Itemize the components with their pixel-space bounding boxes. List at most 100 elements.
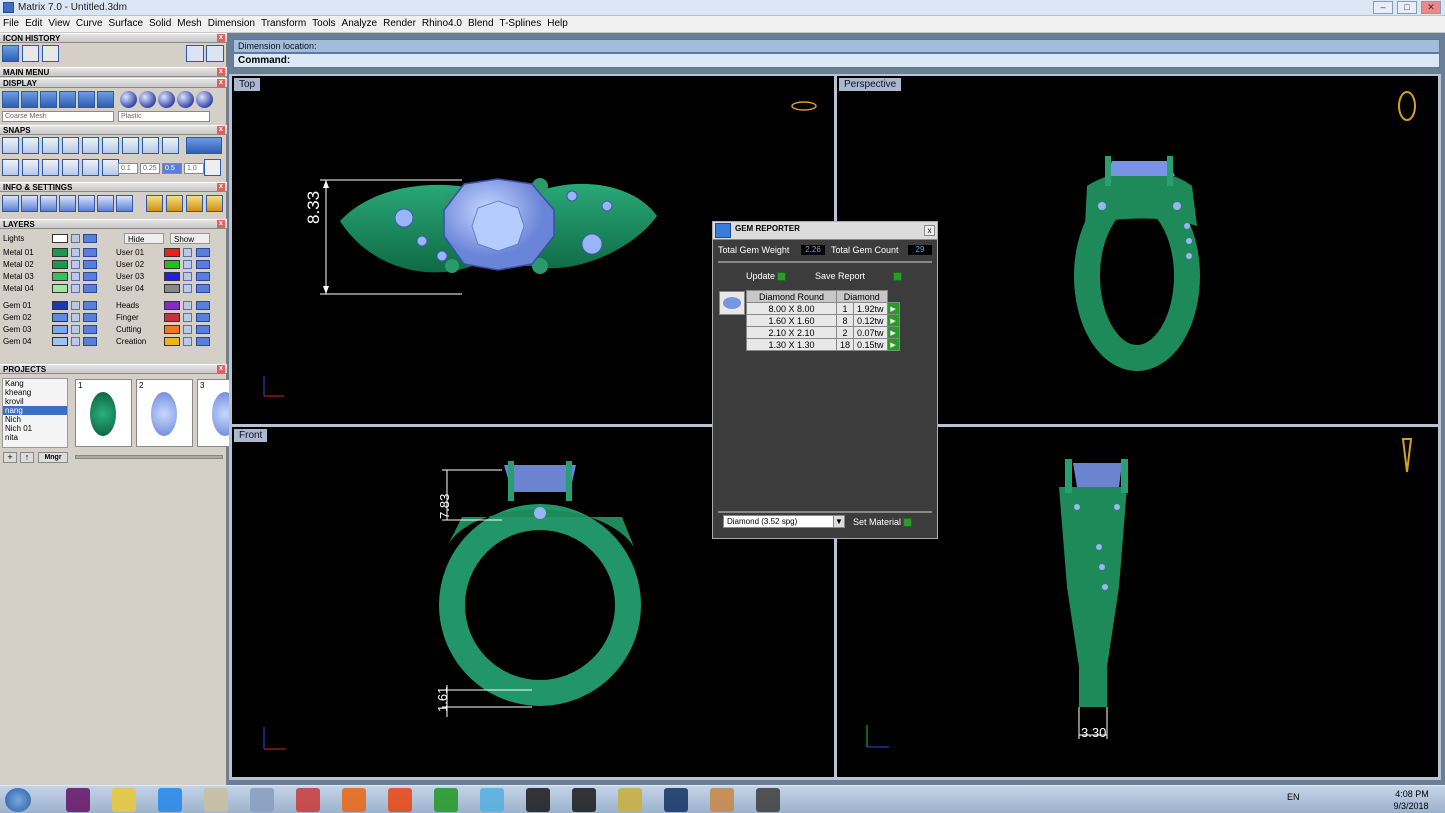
taskbar-app-icon[interactable] — [388, 788, 412, 812]
layer-color-swatch[interactable] — [164, 301, 180, 310]
taskbar-app-icon[interactable] — [112, 788, 136, 812]
menu-item[interactable]: Dimension — [205, 16, 258, 29]
snap-mode-icon[interactable] — [102, 159, 119, 176]
menu-item[interactable]: Tools — [309, 16, 338, 29]
menu-item[interactable]: Blend — [465, 16, 497, 29]
forward-arrow-icon[interactable] — [206, 45, 224, 62]
menu-item[interactable]: Help — [544, 16, 571, 29]
layer-visibility[interactable] — [83, 260, 97, 269]
layer-color-swatch[interactable] — [52, 284, 68, 293]
taskbar-app-icon[interactable] — [618, 788, 642, 812]
command-input[interactable]: Command: — [233, 53, 1440, 68]
lock-icon[interactable] — [183, 248, 192, 257]
snap-icon[interactable] — [102, 137, 119, 154]
minimize-button[interactable]: – — [1373, 1, 1393, 14]
info-icon[interactable] — [166, 195, 183, 212]
project-list-item[interactable]: kheang — [3, 388, 67, 397]
snap-mode-icon[interactable] — [2, 159, 19, 176]
lock-icon[interactable] — [71, 325, 80, 334]
menu-item[interactable]: Curve — [73, 16, 106, 29]
shading-sphere-icon[interactable] — [158, 91, 175, 108]
grid-icon[interactable] — [204, 159, 221, 176]
taskbar-app-icon[interactable] — [434, 788, 458, 812]
snap-mode-icon[interactable] — [42, 159, 59, 176]
clock-date[interactable]: 9/3/2018 — [1390, 801, 1432, 811]
project-list-item[interactable]: Kang — [3, 379, 67, 388]
layer-color-swatch[interactable] — [52, 248, 68, 257]
display-mode-icon[interactable] — [40, 91, 57, 108]
lock-icon[interactable] — [71, 301, 80, 310]
layer-visibility[interactable] — [83, 248, 97, 257]
shading-sphere-icon[interactable] — [120, 91, 137, 108]
add-project-button[interactable]: + — [3, 452, 17, 463]
menu-item[interactable]: T-Splines — [497, 16, 545, 29]
menu-item[interactable]: File — [0, 16, 22, 29]
clock-time[interactable]: 4:08 PM — [1392, 789, 1432, 799]
shading-sphere-icon[interactable] — [139, 91, 156, 108]
layer-visibility[interactable] — [83, 301, 97, 310]
shading-sphere-icon[interactable] — [177, 91, 194, 108]
save-report-button[interactable]: Save Report — [815, 271, 903, 282]
layer-visibility[interactable] — [196, 272, 210, 281]
project-list-item[interactable]: Nich — [3, 415, 67, 424]
layer-color-swatch[interactable] — [164, 313, 180, 322]
snap-value-2[interactable]: 0.5 — [162, 163, 182, 174]
layer-visibility[interactable] — [196, 337, 210, 346]
lock-icon[interactable] — [183, 260, 192, 269]
snap-icon[interactable] — [162, 137, 179, 154]
snap-icon[interactable] — [22, 137, 39, 154]
layer-color-swatch[interactable] — [52, 325, 68, 334]
lights-visibility[interactable] — [83, 234, 97, 243]
lock-icon[interactable] — [183, 301, 192, 310]
material-select[interactable]: Diamond (3.52 spg) ▼ — [723, 515, 845, 528]
layer-color-swatch[interactable] — [52, 301, 68, 310]
menu-item[interactable]: Solid — [146, 16, 174, 29]
history-icon-3[interactable] — [42, 45, 59, 62]
layer-visibility[interactable] — [83, 313, 97, 322]
row-go-icon[interactable]: ▶ — [886, 326, 900, 339]
menu-item[interactable]: View — [45, 16, 73, 29]
menu-item[interactable]: Analyze — [339, 16, 381, 29]
row-go-icon[interactable]: ▶ — [886, 314, 900, 327]
snap-value-0[interactable]: 0.1 — [118, 163, 138, 174]
snap-value-3[interactable]: 1.0 — [184, 163, 204, 174]
lights-swatch[interactable] — [52, 234, 68, 243]
display-mode-icon[interactable] — [59, 91, 76, 108]
snap-mode-icon[interactable] — [62, 159, 79, 176]
snap-value-1[interactable]: 0.25 — [140, 163, 160, 174]
project-list-item[interactable]: krovil — [3, 397, 67, 406]
close-icon[interactable]: x — [217, 34, 225, 42]
taskbar-app-icon[interactable] — [526, 788, 550, 812]
row-go-icon[interactable]: ▶ — [886, 302, 900, 315]
gem-table-row[interactable]: 1.30 X 1.30 18 0.15tw ▶ — [746, 338, 900, 351]
project-thumbnail[interactable]: 2 — [136, 379, 193, 447]
settings-icon[interactable] — [116, 195, 133, 212]
settings-icon[interactable] — [59, 195, 76, 212]
project-list-item[interactable]: nita — [3, 433, 67, 442]
menu-item[interactable]: Surface — [106, 16, 146, 29]
lock-icon[interactable] — [71, 284, 80, 293]
mesh-dropdown[interactable]: Coarse Mesh — [2, 111, 114, 122]
project-list-item[interactable]: nang — [3, 406, 67, 415]
close-icon[interactable]: x — [217, 365, 225, 373]
set-material-button[interactable]: Set Material — [853, 517, 913, 528]
shading-sphere-icon[interactable] — [196, 91, 213, 108]
close-icon[interactable]: x — [217, 220, 225, 228]
layer-color-swatch[interactable] — [52, 272, 68, 281]
layer-color-swatch[interactable] — [164, 325, 180, 334]
taskbar-app-icon[interactable] — [66, 788, 90, 812]
taskbar-app-icon[interactable] — [204, 788, 228, 812]
snap-icon[interactable] — [42, 137, 59, 154]
menu-item[interactable]: Transform — [258, 16, 309, 29]
hide-button[interactable]: Hide — [124, 233, 164, 244]
close-icon[interactable]: x — [217, 126, 225, 134]
gem-table-row[interactable]: 8.00 X 8.00 1 1.92tw ▶ — [746, 302, 900, 315]
update-button[interactable]: Update — [746, 271, 787, 282]
snap-icon[interactable] — [2, 137, 19, 154]
layer-visibility[interactable] — [83, 284, 97, 293]
snap-toggle-icon[interactable] — [186, 137, 222, 154]
lock-icon[interactable] — [183, 313, 192, 322]
settings-icon[interactable] — [40, 195, 57, 212]
row-go-icon[interactable]: ▶ — [886, 338, 900, 351]
close-button[interactable]: ✕ — [1421, 1, 1441, 14]
